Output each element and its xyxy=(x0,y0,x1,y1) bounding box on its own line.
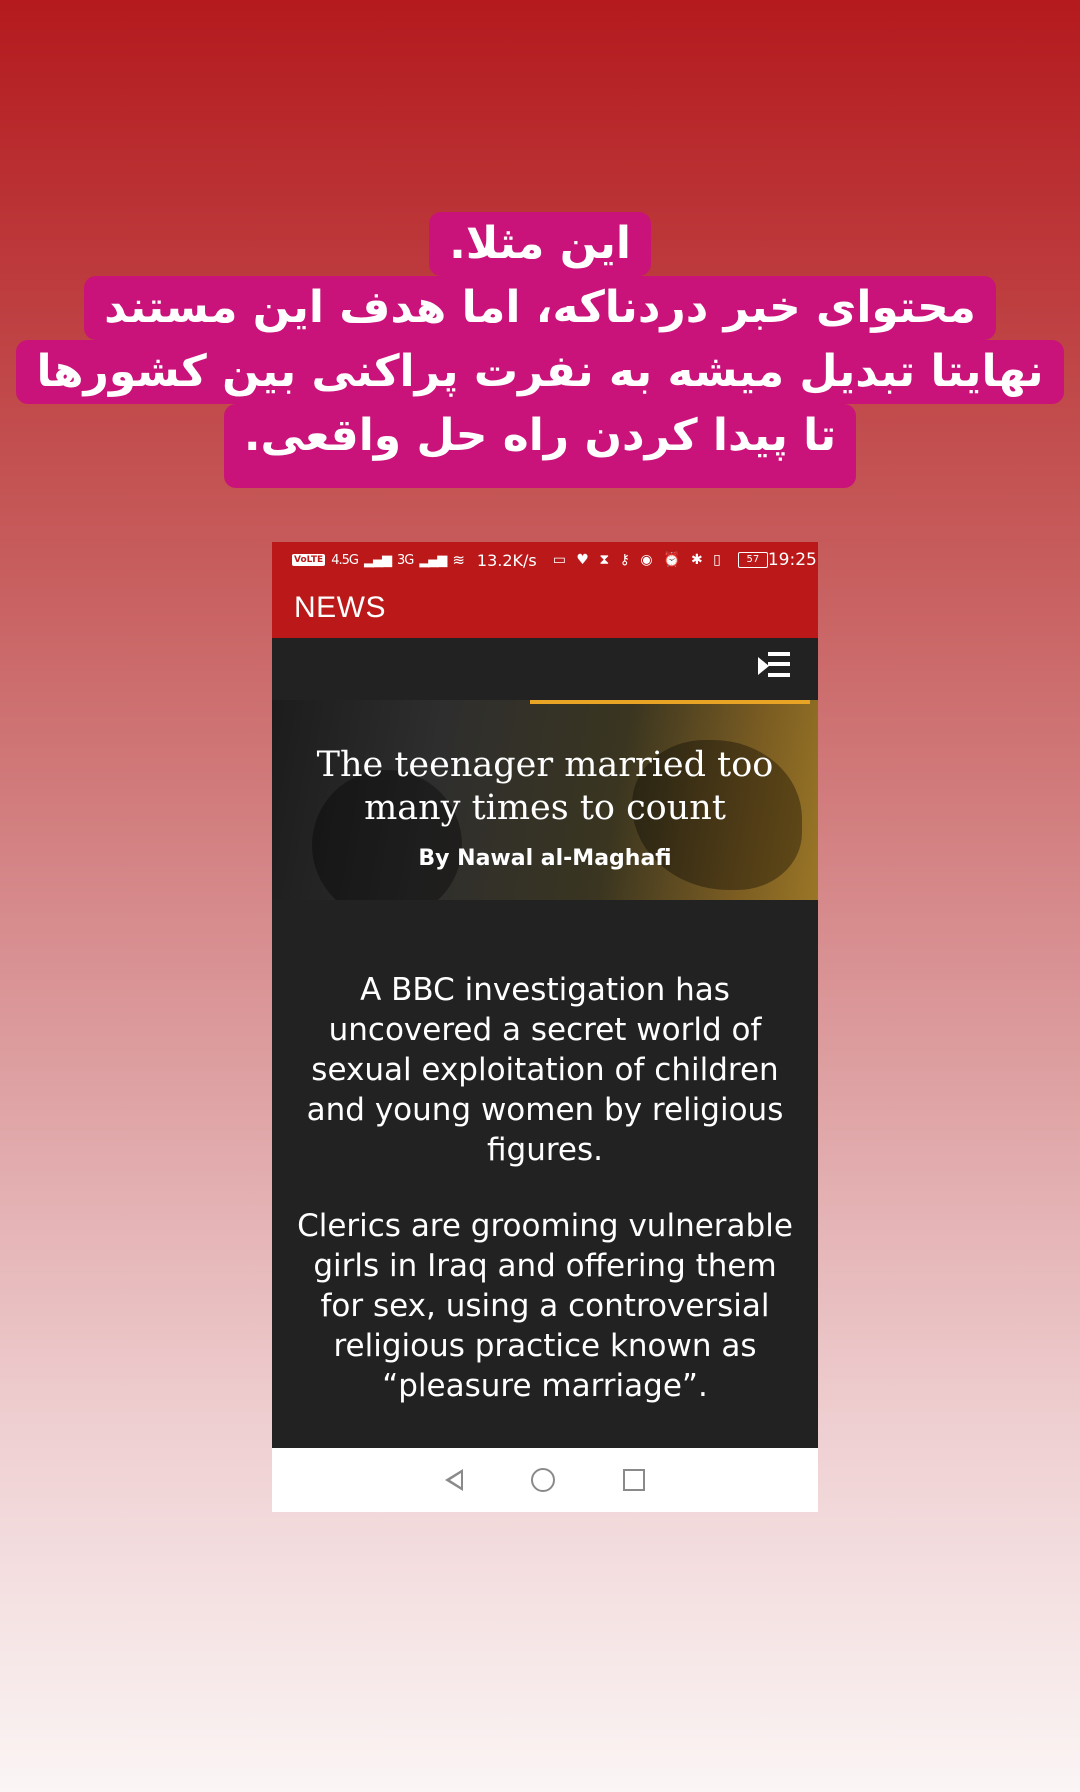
caption-line-3: نهایتا تبدیل میشه به نفرت پراکنی بین کشو… xyxy=(16,340,1064,404)
status-bar: VoLTE 4.5G ▂▄▆ 3G ▂▄▆ ≋ 13.2K/s ▭ ♥ ⧗ ⚷ … xyxy=(272,542,818,578)
signal-icon: ▂▄▆ xyxy=(363,552,392,568)
article-headline: The teenager married too many times to c… xyxy=(316,745,774,828)
system-nav-bar xyxy=(272,1448,818,1512)
caption-line-1: این مثلا. xyxy=(429,212,651,276)
hero-accent-bar xyxy=(530,700,810,704)
caption-line-4: تا پیدا کردن راه حل واقعی. xyxy=(223,404,857,488)
phone-screenshot: VoLTE 4.5G ▂▄▆ 3G ▂▄▆ ≋ 13.2K/s ▭ ♥ ⧗ ⚷ … xyxy=(272,542,818,1512)
caption-line-2: محتوای خبر دردناکه، اما هدف این مستند xyxy=(84,276,996,340)
wifi-icon: ≋ xyxy=(452,551,465,569)
volte-badge: VoLTE xyxy=(292,554,326,566)
battery-icon: 57 xyxy=(737,552,768,568)
recents-icon[interactable] xyxy=(623,1469,645,1491)
story-caption: این مثلا. محتوای خبر دردناکه، اما هدف ای… xyxy=(0,212,1080,488)
article-paragraph-1: A BBC investigation has uncovered a secr… xyxy=(306,972,784,1168)
article-paragraph-2: Clerics are grooming vulnerable girls in… xyxy=(297,1208,793,1404)
network-speed: 13.2K/s xyxy=(476,550,537,570)
status-time: 19:25 xyxy=(767,550,817,570)
app-bar: NEWS xyxy=(272,578,818,638)
home-icon[interactable] xyxy=(531,1468,555,1492)
network-4g-label: 4.5G xyxy=(331,552,359,568)
app-title: NEWS xyxy=(294,591,386,624)
article-body: A BBC investigation has uncovered a secr… xyxy=(290,970,800,1442)
article-toolbar xyxy=(272,638,818,700)
signal-icon-2: ▂▄▆ xyxy=(419,552,447,568)
back-icon[interactable] xyxy=(445,1469,463,1491)
article-hero: The teenager married too many times to c… xyxy=(272,700,818,900)
notification-icons: ▭ ♥ ⧗ ⚷ ◉ ⏰ ✱ ▯ xyxy=(552,552,724,568)
network-3g-label: 3G xyxy=(396,552,414,568)
menu-icon[interactable] xyxy=(758,652,790,682)
article-byline: By Nawal al-Maghafi xyxy=(418,846,672,871)
